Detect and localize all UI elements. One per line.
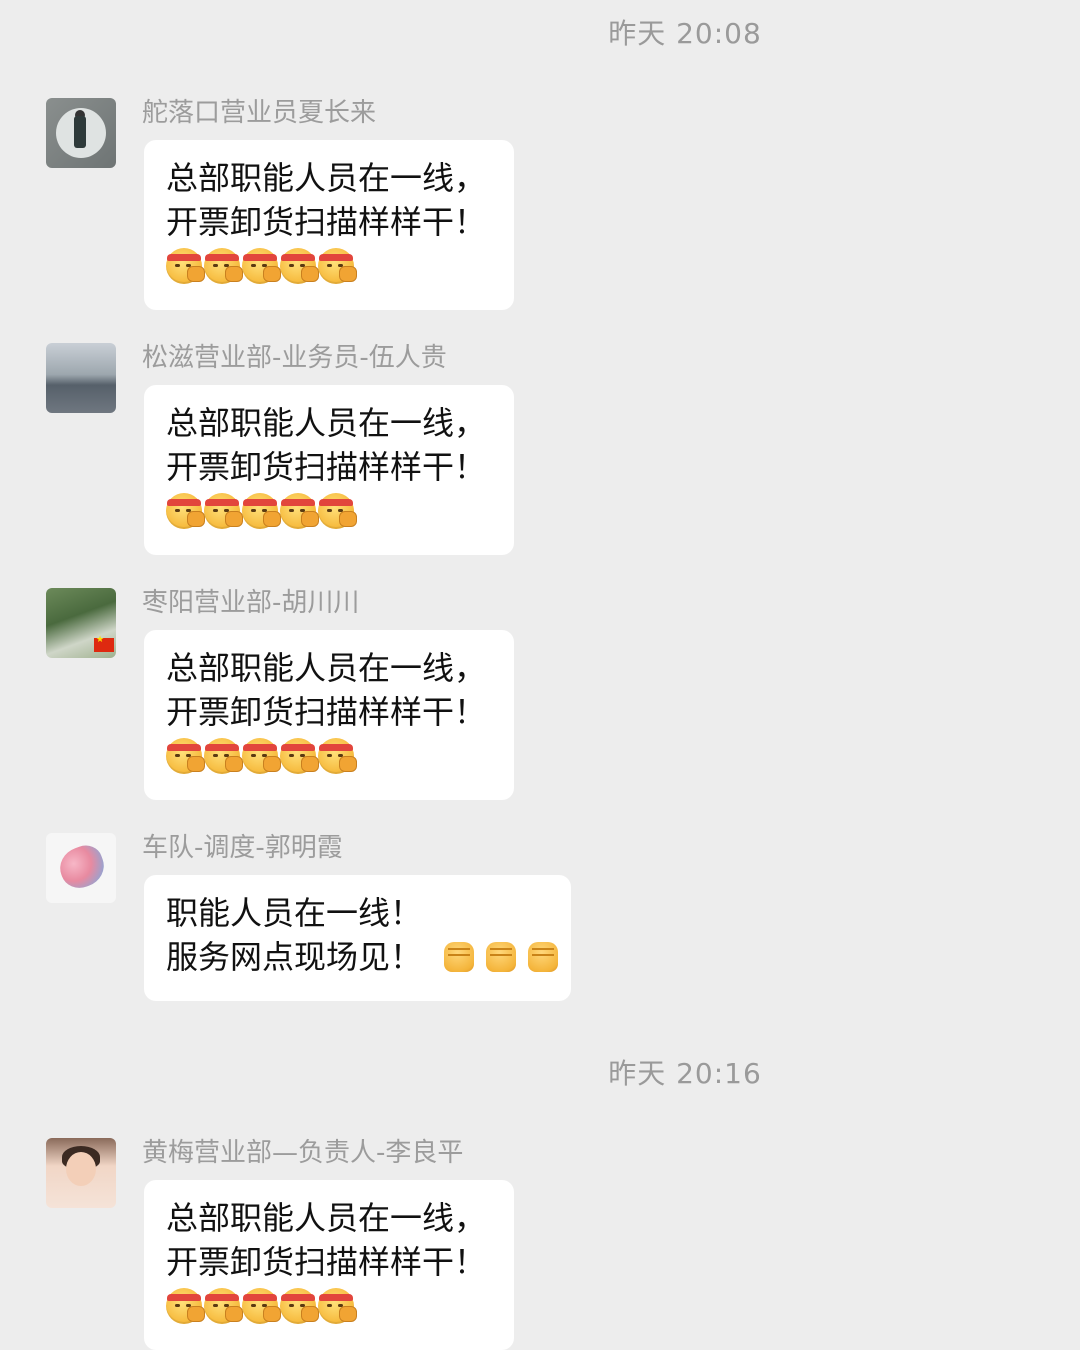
avatar[interactable] xyxy=(46,833,116,903)
fist-headband-emoji xyxy=(166,1288,205,1324)
sender-name: 黄梅营业部—负责人-李良平 xyxy=(142,1138,464,1168)
fist-headband-emoji xyxy=(166,738,205,774)
fist-headband-emoji xyxy=(280,1288,319,1324)
timestamp: 昨天 20:16 xyxy=(608,1057,762,1090)
avatar[interactable] xyxy=(46,1138,116,1208)
fist-headband-emoji xyxy=(318,738,357,774)
fist-headband-emoji xyxy=(280,493,319,529)
avatar[interactable] xyxy=(46,588,116,658)
message-text: 开票卸货扫描样样干！ xyxy=(166,448,487,486)
china-flag-icon xyxy=(94,635,114,652)
fist-headband-emoji xyxy=(166,493,205,529)
fist-headband-emoji xyxy=(318,248,357,284)
fist-headband-emoji xyxy=(166,248,205,284)
timestamp: 昨天 20:08 xyxy=(608,17,762,50)
fist-headband-emoji xyxy=(204,493,243,529)
sender-name: 松滋营业部-业务员-伍人贵 xyxy=(142,343,447,373)
fist-headband-emoji xyxy=(242,493,281,529)
message-bubble[interactable]: 总部职能人员在一线， 开票卸货扫描样样干！ xyxy=(144,385,514,555)
message-bubble[interactable]: 总部职能人员在一线， 开票卸货扫描样样干！ xyxy=(144,1180,514,1350)
sender-name: 枣阳营业部-胡川川 xyxy=(142,588,360,618)
emoji-row xyxy=(166,1286,492,1326)
message-text: 总部职能人员在一线， xyxy=(166,649,487,687)
fist-headband-emoji xyxy=(242,1288,281,1324)
message-text: 开票卸货扫描样样干！ xyxy=(166,1243,487,1281)
fist-headband-emoji xyxy=(318,493,357,529)
fist-headband-emoji xyxy=(280,738,319,774)
message-text: 服务网点现场见！ xyxy=(166,938,423,976)
message-text: 开票卸货扫描样样干！ xyxy=(166,203,487,241)
emoji-row xyxy=(166,736,492,776)
emoji-row xyxy=(436,942,559,972)
emoji-row xyxy=(166,491,492,531)
message-text: 开票卸货扫描样样干！ xyxy=(166,693,487,731)
message-text: 总部职能人员在一线， xyxy=(166,159,487,197)
fist-headband-emoji xyxy=(242,738,281,774)
sender-name: 舵落口营业员夏长来 xyxy=(142,98,377,128)
message-bubble[interactable]: 职能人员在一线！ 服务网点现场见！ xyxy=(144,875,571,1001)
fist-headband-emoji xyxy=(318,1288,357,1324)
fist-headband-emoji xyxy=(242,248,281,284)
fist-headband-emoji xyxy=(204,248,243,284)
emoji-row xyxy=(166,246,492,286)
avatar[interactable] xyxy=(46,98,116,168)
sender-name: 车队-调度-郭明霞 xyxy=(142,833,343,863)
raised-fist-emoji xyxy=(528,942,559,972)
message-bubble[interactable]: 总部职能人员在一线， 开票卸货扫描样样干！ xyxy=(144,630,514,800)
fist-headband-emoji xyxy=(204,1288,243,1324)
message-text: 职能人员在一线！ xyxy=(166,894,423,932)
message-text: 总部职能人员在一线， xyxy=(166,404,487,442)
message-text: 总部职能人员在一线， xyxy=(166,1199,487,1237)
fist-headband-emoji xyxy=(204,738,243,774)
avatar[interactable] xyxy=(46,343,116,413)
raised-fist-emoji xyxy=(444,942,475,972)
message-bubble[interactable]: 总部职能人员在一线， 开票卸货扫描样样干！ xyxy=(144,140,514,310)
raised-fist-emoji xyxy=(486,942,517,972)
fist-headband-emoji xyxy=(280,248,319,284)
